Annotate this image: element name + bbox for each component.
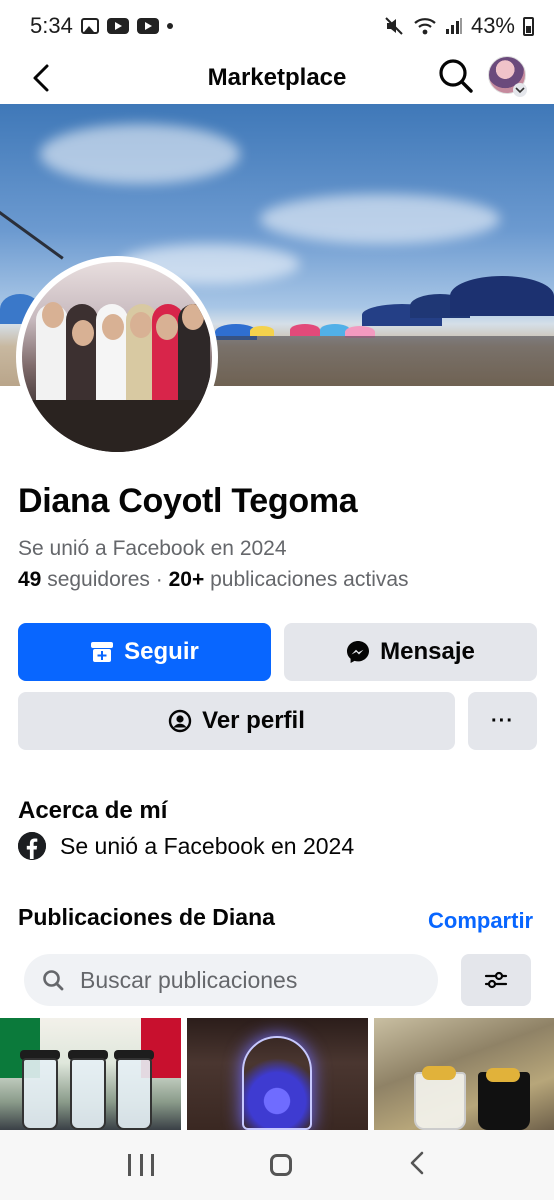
search-button[interactable] <box>436 56 476 96</box>
tumbler <box>22 1058 58 1130</box>
battery-icon <box>523 16 534 36</box>
profile-name: Diana Coyotl Tegoma <box>18 482 358 520</box>
post-search-box[interactable] <box>24 954 438 1006</box>
about-joined-text: Se unió a Facebook en 2024 <box>60 832 355 859</box>
message-button[interactable]: Mensaje <box>284 623 537 681</box>
status-bar: 5:34 43% <box>0 0 554 52</box>
signal-icon <box>445 17 463 35</box>
bow <box>486 1068 520 1082</box>
dot-icon <box>166 23 173 29</box>
mute-icon <box>383 15 405 37</box>
wifi-icon <box>413 16 437 36</box>
filter-button[interactable] <box>461 954 531 1006</box>
joined-date: Se unió a Facebook en 2024 <box>18 537 287 560</box>
status-bar-left: 5:34 <box>30 13 173 39</box>
table <box>22 400 212 452</box>
follow-button-label: Seguir <box>124 638 199 665</box>
post-thumbnail[interactable] <box>374 1018 554 1130</box>
post-thumbnail[interactable] <box>187 1018 368 1130</box>
messenger-icon <box>347 641 370 663</box>
search-icon <box>439 59 473 93</box>
birdcage-decoration <box>242 1036 312 1130</box>
umbrella <box>290 324 320 336</box>
posts-count: 20+ <box>168 568 205 591</box>
facebook-icon <box>18 832 46 860</box>
view-profile-button[interactable]: Ver perfil <box>18 692 455 750</box>
battery-percent: 43% <box>470 13 515 38</box>
post-thumbnail[interactable] <box>0 1018 181 1130</box>
store-icon <box>91 642 114 662</box>
followers-count: 49 <box>18 568 42 591</box>
profile-picture[interactable] <box>16 256 218 458</box>
profile-picture-image <box>22 262 212 452</box>
more-icon: ··· <box>491 709 514 732</box>
tumbler <box>116 1058 152 1130</box>
youtube-icon <box>136 18 159 34</box>
umbrella <box>450 276 554 316</box>
followers-label[interactable]: seguidores <box>47 568 150 591</box>
top-nav-bar: Marketplace <box>0 52 554 104</box>
post-search-input[interactable] <box>80 966 410 994</box>
tumbler <box>70 1058 106 1130</box>
beach-crowd <box>210 336 554 386</box>
posts-section-title: Publicaciones de Diana <box>18 904 275 930</box>
face <box>42 302 64 328</box>
status-bar-right: 43% <box>383 13 534 39</box>
user-circle-icon <box>168 709 192 733</box>
cloud <box>40 124 240 184</box>
face <box>156 314 178 340</box>
share-link[interactable]: Compartir <box>428 908 533 934</box>
youtube-icon <box>106 18 129 34</box>
home-icon[interactable] <box>270 1154 292 1176</box>
face <box>182 304 204 330</box>
back-icon[interactable] <box>408 1150 426 1181</box>
face <box>130 312 152 338</box>
cloud <box>260 194 500 244</box>
gallery-icon <box>80 18 99 34</box>
about-joined-row: Se unió a Facebook en 2024 <box>18 832 354 860</box>
stats-separator: · <box>155 568 163 591</box>
view-profile-button-label: Ver perfil <box>202 707 305 734</box>
filter-icon <box>484 971 508 989</box>
face <box>102 314 124 340</box>
face <box>72 320 94 346</box>
recents-icon[interactable] <box>128 1154 154 1176</box>
umbrella <box>250 326 274 336</box>
cup <box>414 1072 466 1130</box>
posts-label[interactable]: publicaciones activas <box>210 568 408 591</box>
follow-button[interactable]: Seguir <box>18 623 271 681</box>
profile-stats: 49 seguidores · 20+ publicaciones activa… <box>18 568 409 592</box>
back-arrow-icon <box>33 64 49 92</box>
message-button-label: Mensaje <box>380 638 475 665</box>
chevron-down-icon[interactable] <box>513 83 527 97</box>
about-section-title: Acerca de mí <box>18 797 168 824</box>
kite-string <box>0 204 64 260</box>
back-button[interactable] <box>24 60 58 96</box>
more-button[interactable]: ··· <box>468 692 537 750</box>
bow <box>422 1066 456 1080</box>
system-navigation-bar <box>0 1130 554 1200</box>
search-icon <box>43 970 64 991</box>
status-time: 5:34 <box>30 13 73 38</box>
